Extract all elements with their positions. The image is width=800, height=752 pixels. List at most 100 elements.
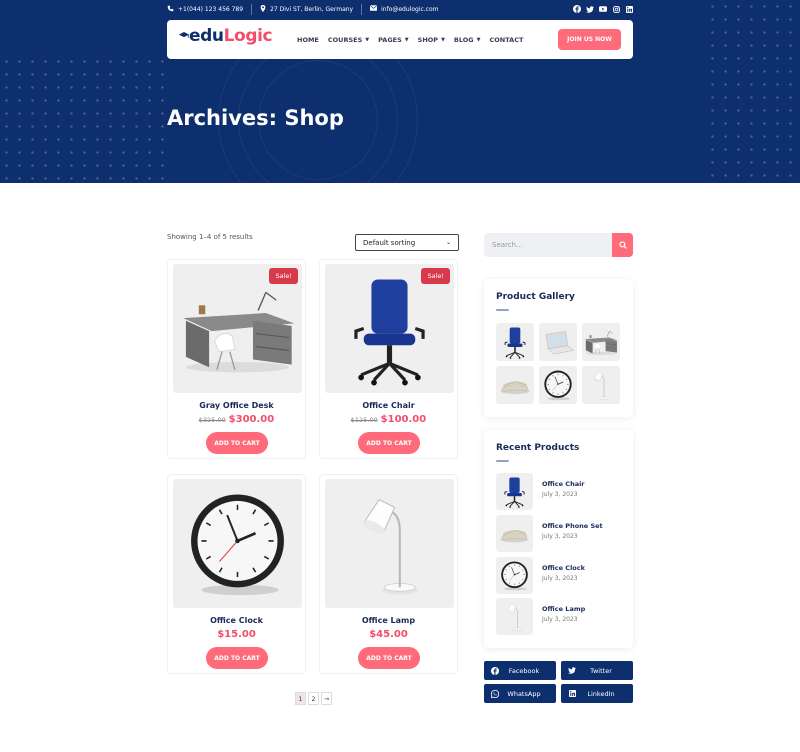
linkedin-icon[interactable] [625,5,633,13]
add-to-cart-button[interactable]: ADD TO CART [206,647,268,669]
nav-item-courses[interactable]: COURSES ▼ [328,36,369,44]
nav-label: BLOG [453,35,474,44]
nav-item-contact[interactable]: CONTACT [490,36,524,44]
email-text: info@edulogic.com [381,5,439,13]
divider [361,3,363,15]
share-linkedin-button[interactable]: LinkedIn [561,684,633,703]
share-label: Twitter [590,666,612,675]
chevron-down-icon: ▼ [365,36,370,43]
widget-title: Product Gallery [496,292,575,302]
lamp-image [582,366,620,404]
product-price: $325.00 $300.00 [168,414,305,425]
next-page-arrow[interactable]: → [321,692,332,705]
nav-item-pages[interactable]: PAGES ▼ [378,36,409,44]
pagination: 1 2 → [295,692,332,705]
nav-item-home[interactable]: HOME [297,36,319,44]
lamp-image [496,598,533,635]
page-link[interactable]: 2 [308,692,319,705]
page-title: Archives: Shop [167,106,344,130]
gallery-thumb[interactable] [496,366,534,404]
recent-thumb[interactable] [496,515,533,552]
search-form: Search... [484,233,633,257]
product-image[interactable] [325,479,454,608]
sort-select[interactable]: Default sorting ⌄ [355,234,459,251]
search-icon [618,241,627,249]
lamp-image [325,479,454,608]
sale-badge: Sale! [421,268,450,284]
recent-product-name[interactable]: Office Clock [542,564,585,572]
recent-product-date: July 3, 2023 [542,575,578,582]
product-name[interactable]: Office Chair [320,401,457,410]
chevron-down-icon: ▼ [476,36,481,43]
site-logo[interactable]: edu Logic [178,26,273,46]
chair-image [496,323,534,361]
nav-label: HOME [297,35,319,44]
share-twitter-button[interactable]: Twitter [561,661,633,680]
gallery-thumb[interactable] [496,323,534,361]
product-price: $45.00 [369,629,408,640]
address-text: 27 Divi ST, Berlin, Germany [270,5,354,13]
add-to-cart-button[interactable]: ADD TO CART [358,432,420,454]
share-facebook-button[interactable]: Facebook [484,661,556,680]
envelope-icon [370,5,378,13]
chevron-down-icon: ▼ [404,36,409,43]
share-whatsapp-button[interactable]: WhatsApp [484,684,556,703]
clock-image [173,479,302,608]
product-image[interactable] [173,479,302,608]
recent-product-name[interactable]: Office Chair [542,480,585,488]
nav-label: CONTACT [489,35,524,44]
sort-value: Default sorting [363,238,416,247]
twitter-icon [561,667,583,674]
add-to-cart-button[interactable]: ADD TO CART [358,647,420,669]
gallery-thumb[interactable] [582,323,620,361]
social-links [573,5,633,13]
nav-label: COURSES [327,35,363,44]
logo-text-logic: Logic [223,26,273,46]
share-label: LinkedIn [587,689,615,698]
twitter-icon[interactable] [586,5,594,13]
youtube-icon[interactable] [599,5,607,13]
recent-thumb[interactable] [496,557,533,594]
join-us-button[interactable]: JOIN US NOW [558,29,621,50]
map-pin-icon [260,4,266,14]
result-count: Showing 1–4 of 5 results [167,233,253,241]
hero-banner: +1(044) 123 456 789 27 Divi ST, Berlin, … [0,0,800,183]
gallery-thumb[interactable] [539,366,577,404]
product-card[interactable]: Office Clock $15.00 ADD TO CART [167,474,306,674]
product-card[interactable]: Office Lamp $45.00 ADD TO CART [319,474,458,674]
nav-item-blog[interactable]: BLOG ▼ [454,36,481,44]
instagram-icon[interactable] [612,5,620,13]
product-name[interactable]: Gray Office Desk [168,401,305,410]
chevron-down-icon: ▼ [441,36,445,43]
contact-phone[interactable]: +1(044) 123 456 789 [167,5,251,14]
recent-thumb[interactable] [496,598,533,635]
main-menu: HOME COURSES ▼ PAGES ▼ SHOP ▼ BLOG ▼ CONTACT [297,20,523,59]
gallery-thumb[interactable] [539,323,577,361]
phone-image [496,366,534,404]
facebook-icon[interactable] [573,5,581,13]
sale-price: $100.00 [380,414,427,425]
product-image[interactable]: Sale! [173,264,302,393]
old-price: $125.00 [350,416,378,424]
dots-pattern-left [0,55,165,183]
phone-icon [167,5,174,14]
logo-text-edu: edu [189,26,224,46]
laptop-image [539,323,577,361]
product-name[interactable]: Office Clock [168,616,305,625]
add-to-cart-button[interactable]: ADD TO CART [206,432,268,454]
search-button[interactable] [612,233,633,257]
recent-thumb[interactable] [496,473,533,510]
gallery-thumb[interactable] [582,366,620,404]
search-input[interactable]: Search... [492,241,523,249]
share-label: Facebook [508,666,540,675]
product-gallery-widget: Product Gallery [484,279,633,417]
recent-product-name[interactable]: Office Lamp [542,605,585,613]
contact-email[interactable]: info@edulogic.com [370,5,446,13]
product-name[interactable]: Office Lamp [320,616,457,625]
nav-item-shop[interactable]: SHOP ▼ [418,36,445,44]
product-image[interactable]: Sale! [325,264,454,393]
product-card[interactable]: Sale! Office Chair $125.00 $100.00 ADD TO… [319,259,458,459]
widget-title: Recent Products [496,443,580,453]
product-card[interactable]: Sale! Gray Office Desk $325.00 $300.00 AD… [167,259,306,459]
recent-product-name[interactable]: Office Phone Set [542,522,603,530]
